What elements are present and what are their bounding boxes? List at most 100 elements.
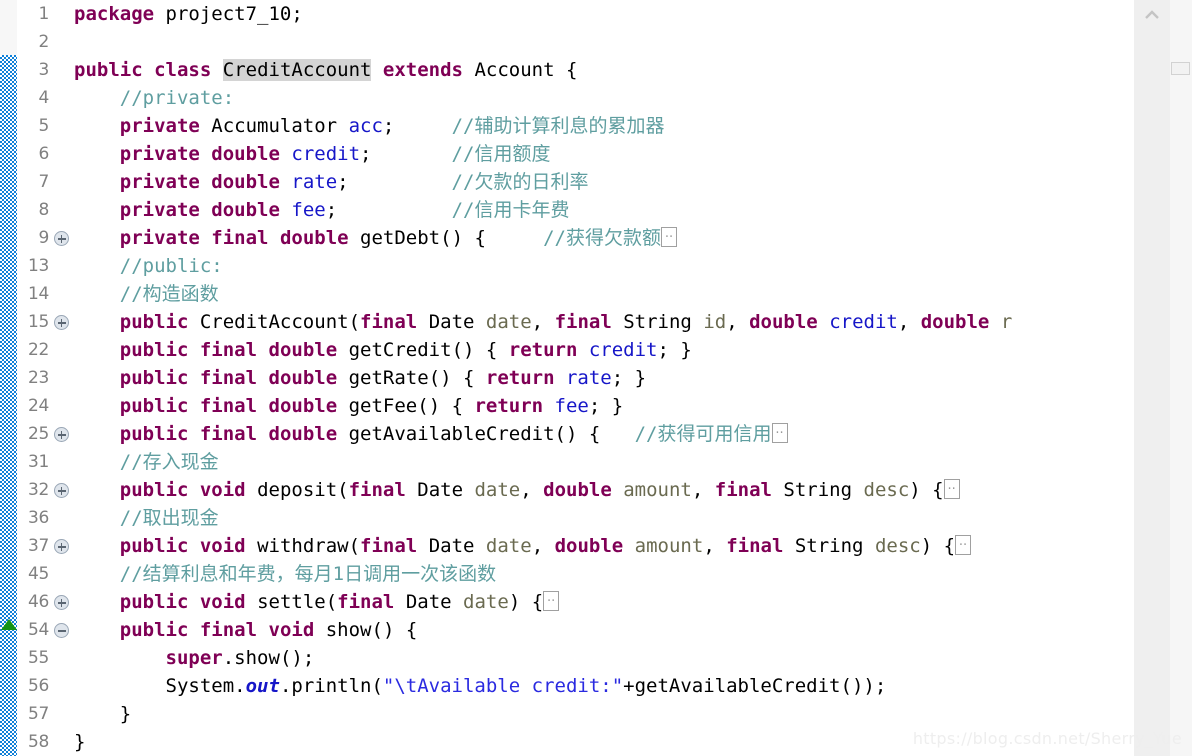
folded-region-marker[interactable]: .. — [543, 591, 560, 611]
gutter-row[interactable]: 1 — [17, 0, 69, 28]
gutter-row[interactable]: 37 — [17, 532, 69, 560]
gutter-row[interactable]: 9 — [17, 224, 69, 252]
identifier-token: println — [291, 675, 372, 697]
code-line[interactable]: public void withdraw(final Date date, do… — [74, 532, 972, 560]
type-token: Accumulator — [211, 115, 338, 137]
code-line[interactable]: private double credit; //信用额度 — [74, 140, 551, 168]
keyword-token: private — [119, 199, 200, 221]
code-line[interactable]: private Accumulator acc; //辅助计算利息的累加器 — [74, 112, 665, 140]
code-line[interactable]: //取出现金 — [74, 504, 219, 532]
field-token: rate — [291, 171, 338, 193]
code-line[interactable]: public final double getFee() { return fe… — [74, 392, 623, 420]
gutter-row[interactable]: 25 — [17, 420, 69, 448]
line-number: 36 — [27, 508, 49, 528]
line-number: 55 — [27, 648, 49, 668]
gutter-row[interactable]: 36 — [17, 504, 69, 532]
code-line[interactable]: } — [74, 728, 85, 756]
gutter-row[interactable]: 15 — [17, 308, 69, 336]
gutter-row[interactable]: 58 — [17, 728, 69, 756]
comment-token: 欠款的日利率 — [474, 171, 589, 193]
fold-expand-icon[interactable] — [54, 539, 69, 554]
overview-marker[interactable] — [1171, 62, 1190, 75]
keyword-token: private — [119, 143, 200, 165]
gutter-row[interactable]: 3 — [17, 56, 69, 84]
code-line[interactable]: super.show(); — [74, 644, 315, 672]
line-number: 54 — [27, 620, 49, 640]
gutter-row[interactable]: 31 — [17, 448, 69, 476]
keyword-token: double — [279, 227, 349, 249]
change-bar[interactable] — [0, 55, 17, 756]
code-line[interactable]: public class CreditAccount extends Accou… — [74, 56, 577, 84]
code-line[interactable]: //构造函数 — [74, 280, 219, 308]
scrollbar-track[interactable] — [1134, 0, 1170, 756]
code-content-area[interactable]: package project7_10;public class CreditA… — [69, 0, 1134, 756]
gutter-row[interactable]: 8 — [17, 196, 69, 224]
fold-expand-icon[interactable] — [54, 315, 69, 330]
code-line[interactable]: public final double getCredit() { return… — [74, 336, 692, 364]
fold-collapse-icon[interactable] — [54, 623, 69, 638]
comment-token: // — [451, 143, 475, 165]
line-number: 2 — [38, 32, 49, 52]
vertical-scrollbar-column[interactable] — [1134, 0, 1192, 756]
field-token: rate — [565, 367, 612, 389]
code-line[interactable]: private double fee; //信用卡年费 — [74, 196, 570, 224]
folded-region-marker[interactable]: .. — [943, 479, 960, 499]
gutter-row[interactable]: 13 — [17, 252, 69, 280]
bookmark-marker-icon[interactable] — [1, 619, 17, 630]
code-line[interactable]: public final double getAvailableCredit()… — [74, 420, 788, 448]
keyword-token: void — [199, 535, 246, 557]
code-line[interactable]: public final double getRate() { return r… — [74, 364, 646, 392]
gutter-row[interactable]: 55 — [17, 644, 69, 672]
keyword-token: public — [119, 619, 189, 641]
gutter-row[interactable]: 2 — [17, 28, 69, 56]
parameter-token: id — [703, 311, 727, 333]
folded-region-marker[interactable]: .. — [771, 423, 788, 443]
gutter-row[interactable]: 54 — [17, 616, 69, 644]
line-number-gutter[interactable]: 1 2 3 4 5 6 7 8 9 13 14 15 22 23 24 25 31 32 36 37 45 46 54 55 5… — [17, 0, 70, 756]
code-line[interactable]: //存入现金 — [74, 448, 219, 476]
fold-expand-icon[interactable] — [54, 427, 69, 442]
code-line[interactable]: System.out.println("\tAvailable credit:"… — [74, 672, 887, 700]
change-bar-top-spacer — [0, 0, 17, 55]
gutter-row[interactable]: 7 — [17, 168, 69, 196]
code-line[interactable]: //public: — [74, 252, 223, 280]
code-line[interactable]: //private: — [74, 84, 234, 112]
gutter-row[interactable]: 4 — [17, 84, 69, 112]
code-line[interactable]: public void settle(final Date date) {.. — [74, 588, 560, 616]
code-line[interactable]: public void deposit(final Date date, dou… — [74, 476, 960, 504]
field-token: credit — [291, 143, 361, 165]
fold-expand-icon[interactable] — [54, 483, 69, 498]
code-line[interactable]: public CreditAccount(final Date date, fi… — [74, 308, 1013, 336]
gutter-row[interactable]: 6 — [17, 140, 69, 168]
parameter-token: desc — [863, 479, 910, 501]
folded-region-marker[interactable]: .. — [955, 535, 972, 555]
gutter-row[interactable]: 46 — [17, 588, 69, 616]
gutter-row[interactable]: 24 — [17, 392, 69, 420]
gutter-row[interactable]: 57 — [17, 700, 69, 728]
keyword-token: final — [199, 619, 258, 641]
line-number: 37 — [27, 536, 49, 556]
fold-expand-icon[interactable] — [54, 595, 69, 610]
chevron-up-icon[interactable] — [1145, 10, 1159, 19]
fold-expand-icon[interactable] — [54, 231, 69, 246]
gutter-row[interactable]: 22 — [17, 336, 69, 364]
keyword-token: final — [199, 339, 258, 361]
gutter-row[interactable]: 32 — [17, 476, 69, 504]
gutter-row[interactable]: 14 — [17, 280, 69, 308]
code-line[interactable]: //结算利息和年费，每月1日调用一次该函数 — [74, 560, 496, 588]
gutter-row[interactable]: 56 — [17, 672, 69, 700]
folded-region-marker[interactable]: .. — [660, 227, 677, 247]
parameter-token: date — [485, 311, 532, 333]
keyword-token: return — [474, 395, 544, 417]
line-number: 56 — [27, 676, 49, 696]
code-line[interactable]: package project7_10; — [74, 0, 303, 28]
code-line[interactable]: private final double getDebt() { //获得欠款额… — [74, 224, 677, 252]
field-token: credit — [829, 311, 898, 333]
gutter-row[interactable]: 23 — [17, 364, 69, 392]
code-line[interactable]: public final void show() { — [74, 616, 418, 644]
gutter-row[interactable]: 5 — [17, 112, 69, 140]
keyword-token: private — [119, 227, 200, 249]
code-line[interactable]: } — [74, 700, 131, 728]
code-line[interactable]: private double rate; //欠款的日利率 — [74, 168, 589, 196]
gutter-row[interactable]: 45 — [17, 560, 69, 588]
